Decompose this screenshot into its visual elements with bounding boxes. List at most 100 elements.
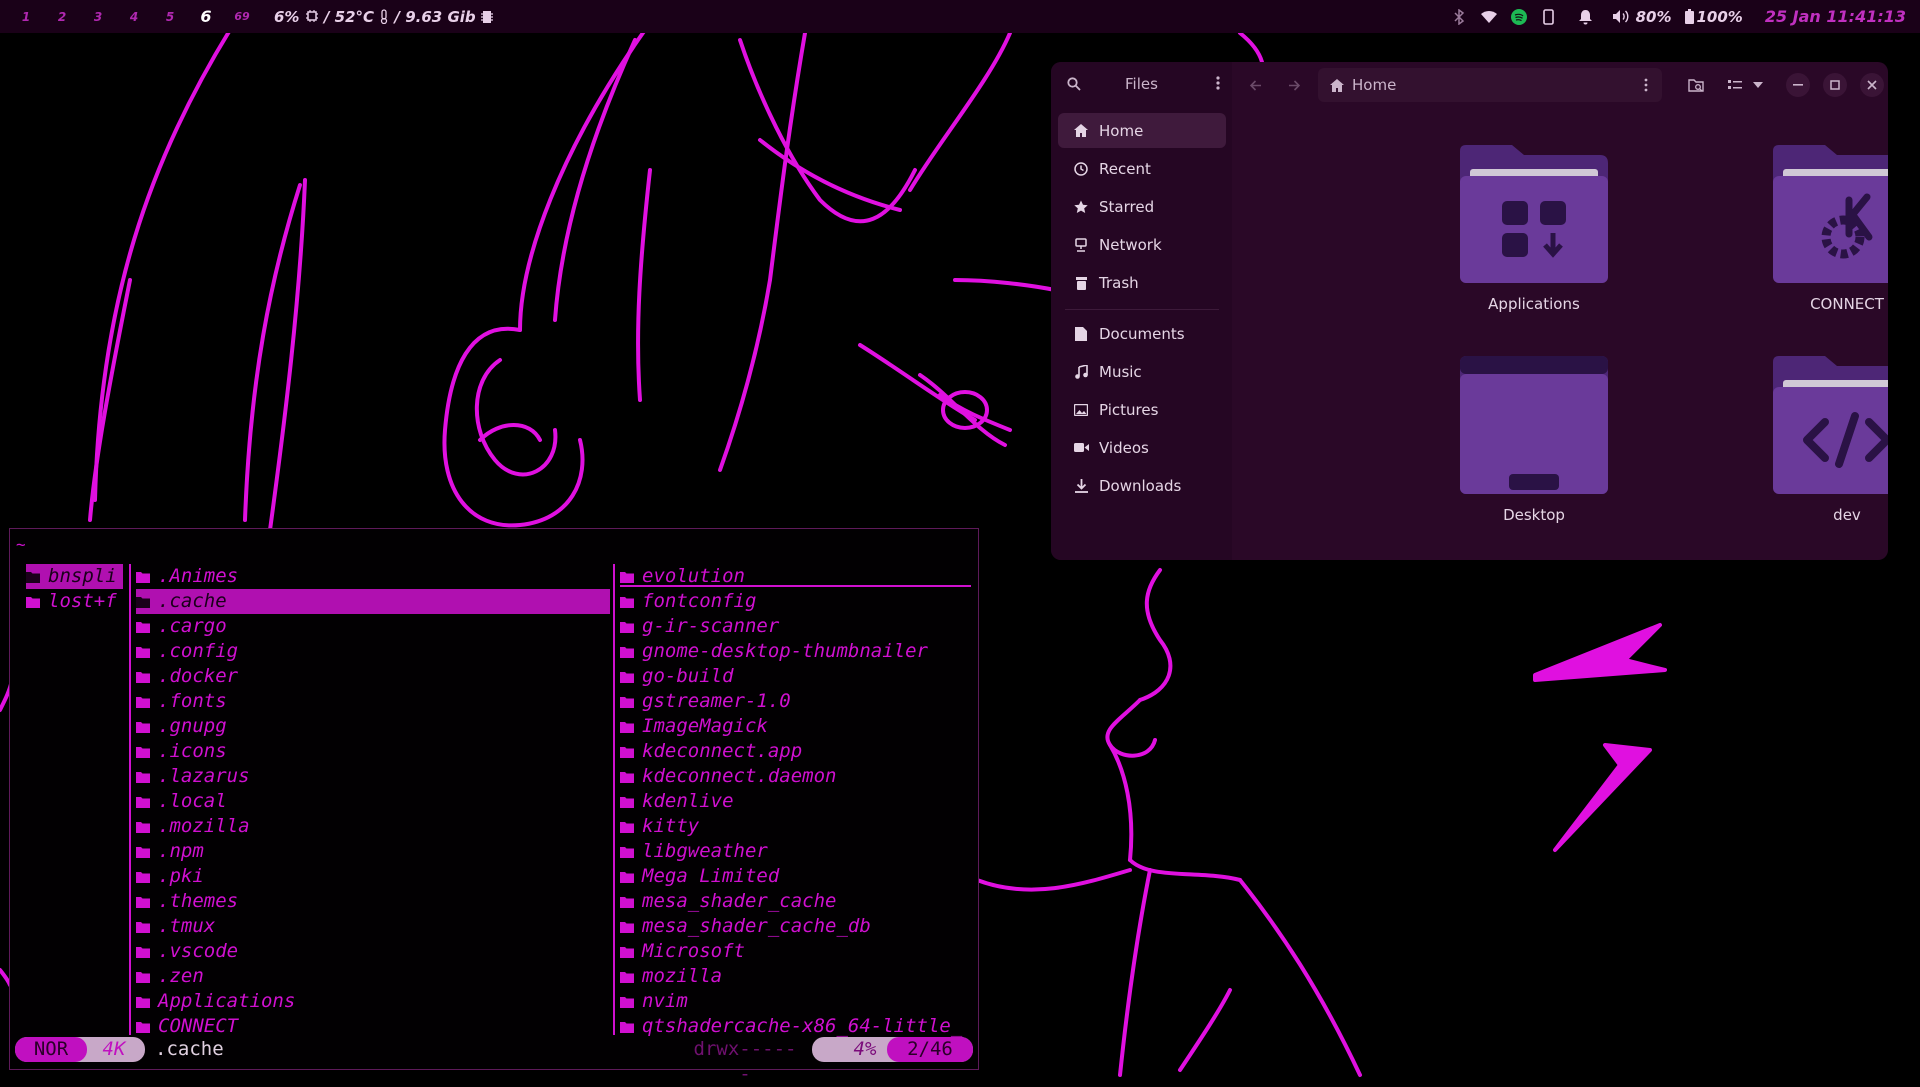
folder-icon	[620, 622, 634, 633]
preview-entry[interactable]: mesa_shader_cache_db	[620, 914, 971, 939]
folder-icon	[136, 897, 150, 908]
directory-entry[interactable]: .tmux	[136, 914, 610, 939]
folder-icon	[26, 597, 40, 608]
sidebar-item-label: Pictures	[1099, 400, 1159, 419]
sidebar-item-home[interactable]: Home	[1058, 113, 1226, 148]
preview-entry[interactable]: Microsoft	[620, 939, 971, 964]
entry-name: CONNECT	[158, 1015, 239, 1037]
directory-entry[interactable]: Applications	[136, 989, 610, 1014]
preview-entry[interactable]: kdeconnect.daemon	[620, 764, 971, 789]
directory-entry[interactable]: .config	[136, 639, 610, 664]
new-folder-icon[interactable]	[1684, 73, 1708, 97]
preview-entry[interactable]: gnome-desktop-thumbnailer	[620, 639, 971, 664]
directory-entry[interactable]: .fonts	[136, 689, 610, 714]
notification-icon[interactable]	[1574, 5, 1598, 29]
folder-icon	[620, 797, 634, 808]
view-list-icon[interactable]	[1723, 73, 1747, 97]
folder-icon	[136, 647, 150, 658]
preview-entry[interactable]: qtshadercache-x86_64-little_	[620, 1014, 971, 1039]
forward-arrow-icon[interactable]	[1282, 73, 1306, 97]
folder-icon	[136, 772, 150, 783]
bluetooth-icon[interactable]	[1447, 5, 1471, 29]
preview-entry[interactable]: mesa_shader_cache	[620, 889, 971, 914]
directory-entry[interactable]: .cargo	[136, 614, 610, 639]
directory-entry[interactable]: .mozilla	[136, 814, 610, 839]
preview-entry[interactable]: kdeconnect.app	[620, 739, 971, 764]
directory-entry[interactable]: .gnupg	[136, 714, 610, 739]
preview-entry[interactable]: g-ir-scanner	[620, 614, 971, 639]
sidebar-item-trash[interactable]: Trash	[1058, 265, 1226, 300]
folder-kde-connect-icon	[1773, 145, 1888, 283]
entry-name: .vscode	[158, 940, 239, 962]
folder-label: CONNECT	[1810, 295, 1884, 313]
spotify-icon[interactable]	[1507, 5, 1531, 29]
directory-entry[interactable]: .npm	[136, 839, 610, 864]
sidebar-item-videos[interactable]: Videos	[1058, 430, 1226, 465]
directory-entry[interactable]: .icons	[136, 739, 610, 764]
entry-name: .mozilla	[158, 815, 250, 837]
sidebar-item-music[interactable]: Music	[1058, 354, 1226, 389]
volume-icon[interactable]	[1609, 5, 1633, 29]
folder-dev[interactable]: dev	[1762, 356, 1888, 524]
workspace-3[interactable]: 3	[80, 10, 116, 24]
directory-entry[interactable]: .themes	[136, 889, 610, 914]
phone-icon[interactable]	[1537, 5, 1561, 29]
sidebar-item-recent[interactable]: Recent	[1058, 151, 1226, 186]
wifi-icon[interactable]	[1477, 5, 1501, 29]
folder-applications[interactable]: Applications	[1449, 145, 1619, 313]
chevron-down-icon[interactable]	[1746, 73, 1770, 97]
system-info: 6% / 52°C / 9.63 Gib	[274, 8, 493, 26]
preview-entry[interactable]: libgweather	[620, 839, 971, 864]
directory-entry[interactable]: .cache	[136, 589, 610, 614]
network-icon	[1072, 236, 1090, 254]
parent-entry[interactable]: bnspli	[26, 564, 123, 589]
entry-name: nvim	[642, 990, 688, 1012]
preview-entry[interactable]: nvim	[620, 989, 971, 1014]
sidebar-item-label: Recent	[1099, 159, 1151, 178]
sidebar-item-starred[interactable]: Starred	[1058, 189, 1226, 224]
path-menu-icon[interactable]	[1644, 78, 1648, 92]
preview-entry[interactable]: kitty	[620, 814, 971, 839]
sidebar-item-documents[interactable]: Documents	[1058, 316, 1226, 351]
sidebar-item-pictures[interactable]: Pictures	[1058, 392, 1226, 427]
workspace-69[interactable]: 69	[224, 10, 260, 23]
battery-icon	[1685, 5, 1695, 29]
workspace-5[interactable]: 5	[152, 10, 188, 24]
directory-entry[interactable]: .zen	[136, 964, 610, 989]
folder-connect[interactable]: CONNECT	[1762, 145, 1888, 313]
back-arrow-icon[interactable]	[1244, 73, 1268, 97]
terminal-lf-file-manager[interactable]: ~ bnspli lost+f .Animes .cache .cargo .confi…	[9, 528, 979, 1085]
folder-desktop[interactable]: Desktop	[1449, 356, 1619, 524]
directory-entry[interactable]: .pki	[136, 864, 610, 889]
minimize-icon[interactable]	[1786, 73, 1810, 97]
workspace-6-active[interactable]: 6	[188, 7, 224, 26]
workspace-1[interactable]: 1	[8, 10, 44, 24]
preview-entry[interactable]: mozilla	[620, 964, 971, 989]
directory-entry[interactable]: .docker	[136, 664, 610, 689]
close-icon[interactable]	[1860, 73, 1884, 97]
preview-entry[interactable]: fontconfig	[620, 589, 971, 614]
directory-entry[interactable]: CONNECT	[136, 1014, 610, 1039]
workspace-4[interactable]: 4	[116, 10, 152, 24]
sidebar-item-downloads[interactable]: Downloads	[1058, 468, 1226, 503]
preview-entry[interactable]: Mega Limited	[620, 864, 971, 889]
system-tray: 80% 100% 25 Jan 11:41:13	[1444, 0, 1920, 33]
maximize-icon[interactable]	[1823, 73, 1847, 97]
preview-entry[interactable]: go-build	[620, 664, 971, 689]
sidebar-item-network[interactable]: Network	[1058, 227, 1226, 262]
directory-entry[interactable]: .vscode	[136, 939, 610, 964]
clock[interactable]: 25 Jan 11:41:13	[1765, 7, 1906, 26]
column-divider	[613, 564, 615, 1035]
preview-entry[interactable]: kdenlive	[620, 789, 971, 814]
directory-entry[interactable]: .local	[136, 789, 610, 814]
parent-entry[interactable]: lost+f	[26, 589, 123, 614]
workspace-2[interactable]: 2	[44, 10, 80, 24]
directory-entry[interactable]: .lazarus	[136, 764, 610, 789]
preview-entry[interactable]: gstreamer-1.0	[620, 689, 971, 714]
preview-entry[interactable]: ImageMagick	[620, 714, 971, 739]
path-bar[interactable]: Home	[1318, 68, 1662, 102]
directory-entry[interactable]: .Animes	[136, 564, 610, 589]
folder-icon	[620, 722, 634, 733]
kebab-menu-icon[interactable]	[1216, 75, 1220, 94]
search-icon[interactable]	[1067, 76, 1081, 95]
